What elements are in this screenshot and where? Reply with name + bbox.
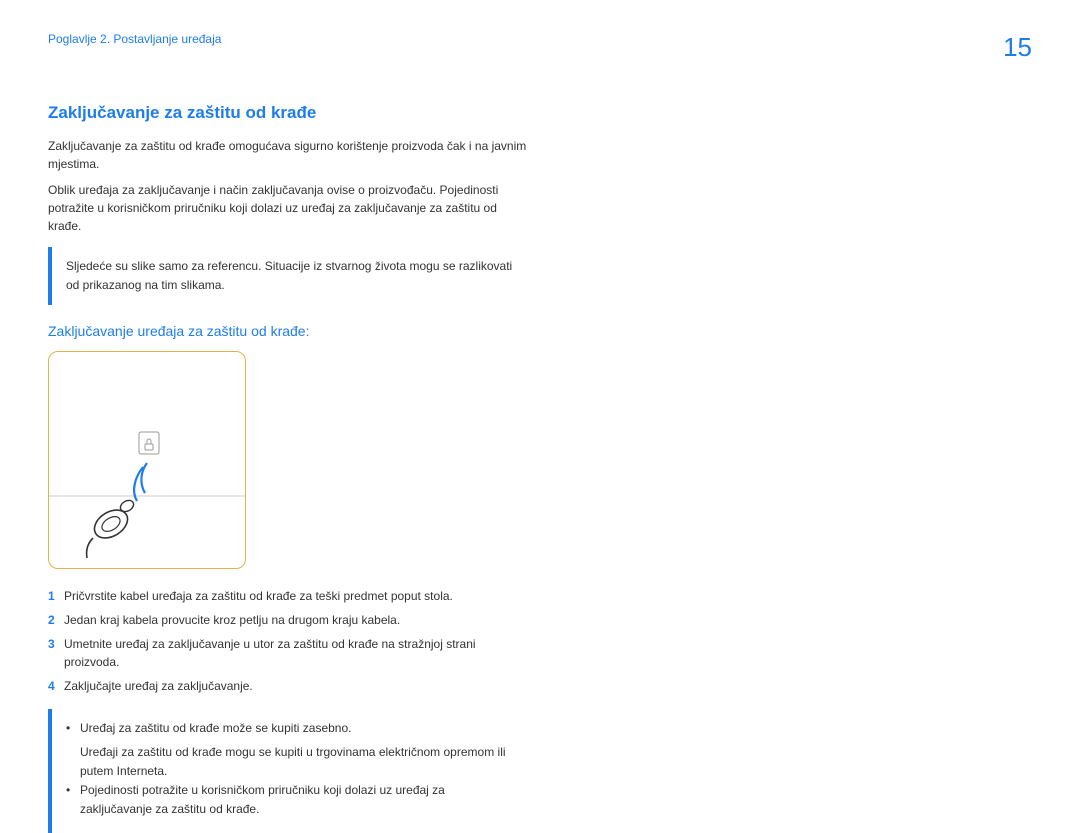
note-2-list-2: • Pojedinosti potražite u korisničkom pr…	[66, 781, 518, 819]
step-number: 3	[48, 635, 64, 671]
step-text: Umetnite uređaj za zaključavanje u utor …	[64, 635, 532, 671]
page-header: Poglavlje 2. Postavljanje uređaja 15	[0, 0, 1080, 63]
note-2-bullet-1-text: Uređaj za zaštitu od krađe može se kupit…	[80, 719, 351, 738]
step-number: 2	[48, 611, 64, 629]
step-item: 2 Jedan kraj kabela provucite kroz petlj…	[48, 611, 532, 629]
step-item: 3 Umetnite uređaj za zaključavanje u uto…	[48, 635, 532, 671]
step-text: Zaključajte uređaj za zaključavanje.	[64, 677, 253, 695]
paragraph-2: Oblik uređaja za zaključavanje i način z…	[48, 181, 532, 235]
step-text: Pričvrstite kabel uređaja za zaštitu od …	[64, 587, 453, 605]
step-item: 4 Zaključajte uređaj za zaključavanje.	[48, 677, 532, 695]
step-number: 1	[48, 587, 64, 605]
note-2-bullet-1-sub: Uređaji za zaštitu od krađe mogu se kupi…	[80, 743, 518, 781]
bullet-dot-icon: •	[66, 781, 80, 819]
note-box-1: Sljedeće su slike samo za referencu. Sit…	[48, 247, 532, 305]
note-2-list: • Uređaj za zaštitu od krađe može se kup…	[66, 719, 518, 738]
lock-illustration-svg	[49, 352, 246, 569]
note-box-2: • Uređaj za zaštitu od krađe može se kup…	[48, 709, 532, 833]
note-2-bullet-2: • Pojedinosti potražite u korisničkom pr…	[66, 781, 518, 819]
note-2-bullet-2-text: Pojedinosti potražite u korisničkom prir…	[80, 781, 518, 819]
main-heading: Zaključavanje za zaštitu od krađe	[48, 103, 532, 123]
content-column: Zaključavanje za zaštitu od krađe Zaklju…	[0, 63, 580, 833]
step-item: 1 Pričvrstite kabel uređaja za zaštitu o…	[48, 587, 532, 605]
bullet-dot-icon: •	[66, 719, 80, 738]
paragraph-1: Zaključavanje za zaštitu od krađe omoguć…	[48, 137, 532, 173]
step-number: 4	[48, 677, 64, 695]
page-number: 15	[1003, 32, 1032, 63]
breadcrumb: Poglavlje 2. Postavljanje uređaja	[48, 32, 221, 46]
step-text: Jedan kraj kabela provucite kroz petlju …	[64, 611, 400, 629]
lock-illustration	[48, 351, 246, 569]
note-1-text: Sljedeće su slike samo za referencu. Sit…	[66, 257, 518, 295]
note-2-bullet-1: • Uređaj za zaštitu od krađe može se kup…	[66, 719, 518, 738]
steps-list: 1 Pričvrstite kabel uređaja za zaštitu o…	[48, 587, 532, 695]
sub-heading: Zaključavanje uređaja za zaštitu od krađ…	[48, 323, 532, 339]
